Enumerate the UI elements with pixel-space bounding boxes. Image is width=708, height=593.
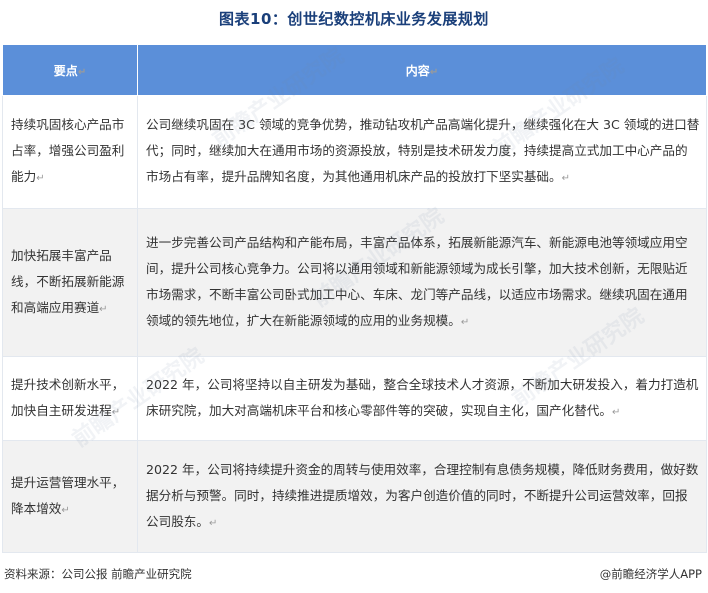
- header-key-label: 要点: [53, 63, 78, 78]
- row-key-text: 提升技术创新水平，加快自主研发进程: [11, 376, 125, 418]
- brand-credit: @前瞻经济学人APP: [599, 567, 702, 581]
- row-content: 2022 年，公司将持续提升资金的周转与使用效率，合理控制有息债务规模，降低财务…: [137, 440, 707, 553]
- return-mark: ↵: [429, 66, 439, 78]
- row-content-text: 公司继续巩固在 3C 领域的竞争优势，推动钻攻机产品高端化提升，继续强化在大 3…: [146, 117, 700, 184]
- row-key: 加快拓展丰富产品线，不断拓展新能源和高端应用赛道↵: [2, 208, 138, 357]
- return-mark: ↵: [460, 316, 470, 328]
- table-row: 加快拓展丰富产品线，不断拓展新能源和高端应用赛道↵ 进一步完善公司产品结构和产能…: [2, 208, 707, 357]
- return-mark: ↵: [36, 173, 45, 184]
- chart-title: 图表10：创世纪数控机床业务发展规划: [219, 10, 489, 28]
- table-header-row: 要点↵ 内容↵: [2, 44, 707, 96]
- source-note: 资料来源：公司公报 前瞻产业研究院: [4, 567, 192, 581]
- header-content: 内容↵: [137, 44, 707, 96]
- header-content-label: 内容: [405, 63, 430, 78]
- table-row: 提升运营管理水平，降本增效↵ 2022 年，公司将持续提升资金的周转与使用效率，…: [2, 440, 707, 553]
- header-key: 要点↵: [2, 44, 138, 96]
- return-mark: ↵: [561, 173, 570, 184]
- return-mark: ↵: [111, 406, 121, 418]
- row-key: 提升技术创新水平，加快自主研发进程↵: [2, 356, 138, 441]
- row-key: 提升运营管理水平，降本增效↵: [2, 440, 138, 553]
- row-key-text: 持续巩固核心产品市占率，增强公司盈利能力: [11, 117, 125, 184]
- return-mark: ↵: [99, 303, 108, 315]
- return-mark: ↵: [61, 504, 70, 516]
- return-mark: ↵: [208, 517, 218, 529]
- row-content-text: 2022 年，公司将持续提升资金的周转与使用效率，合理控制有息债务规模，降低财务…: [146, 461, 699, 529]
- row-content-text: 进一步完善公司产品结构和产能布局，丰富产品体系，拓展新能源汽车、新能源电池等领域…: [146, 234, 688, 328]
- return-mark: ↵: [77, 66, 87, 78]
- row-content: 公司继续巩固在 3C 领域的竞争优势，推动钻攻机产品高端化提升，继续强化在大 3…: [137, 95, 707, 209]
- table-row: 提升技术创新水平，加快自主研发进程↵ 2022 年，公司将坚持以自主研发为基础，…: [2, 356, 707, 441]
- row-content: 2022 年，公司将坚持以自主研发为基础，整合全球技术人才资源，不断加大研发投入…: [137, 356, 707, 441]
- return-mark: ↵: [611, 406, 621, 418]
- plan-table: 要点↵ 内容↵ 持续巩固核心产品市占率，增强公司盈利能力↵ 公司继续巩固在 3C…: [2, 44, 707, 553]
- table-row: 持续巩固核心产品市占率，增强公司盈利能力↵ 公司继续巩固在 3C 领域的竞争优势…: [2, 95, 707, 209]
- row-key: 持续巩固核心产品市占率，增强公司盈利能力↵: [2, 95, 138, 209]
- row-content: 进一步完善公司产品结构和产能布局，丰富产品体系，拓展新能源汽车、新能源电池等领域…: [137, 208, 707, 357]
